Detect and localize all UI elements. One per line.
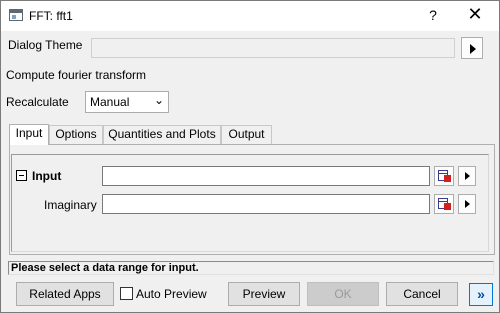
dialog-theme-label: Dialog Theme bbox=[8, 38, 83, 52]
imaginary-menu-button[interactable] bbox=[458, 194, 476, 214]
description-text: Compute fourier transform bbox=[6, 68, 147, 82]
right-arrow-icon bbox=[470, 44, 476, 54]
input-menu-button[interactable] bbox=[458, 166, 476, 186]
tab-quantities-and-plots[interactable]: Quantities and Plots bbox=[103, 125, 221, 144]
close-button[interactable]: ✕ bbox=[466, 4, 484, 25]
imaginary-range-select-button[interactable] bbox=[434, 194, 454, 214]
imaginary-range-field[interactable] bbox=[102, 194, 430, 214]
input-range-field[interactable] bbox=[102, 166, 430, 186]
range-select-marker bbox=[444, 175, 451, 182]
auto-preview-checkbox[interactable] bbox=[120, 287, 133, 300]
auto-preview-label: Auto Preview bbox=[136, 287, 207, 301]
tab-input[interactable]: Input bbox=[9, 124, 49, 145]
input-range-select-button[interactable] bbox=[434, 166, 454, 186]
window-icon bbox=[9, 9, 23, 21]
dialog-theme-field[interactable] bbox=[91, 38, 455, 58]
recalculate-select[interactable]: Manual ⌄ bbox=[85, 91, 169, 113]
range-select-marker bbox=[444, 203, 451, 210]
tab-output[interactable]: Output bbox=[221, 125, 272, 144]
recalculate-value: Manual bbox=[90, 95, 130, 109]
chevron-down-icon: ⌄ bbox=[154, 93, 165, 107]
preview-button[interactable]: Preview bbox=[228, 282, 300, 306]
expand-more-button[interactable]: » bbox=[469, 283, 493, 306]
dialog-theme-menu-button[interactable] bbox=[461, 37, 483, 59]
tab-options[interactable]: Options bbox=[49, 125, 103, 144]
status-message: Please select a data range for input. bbox=[8, 261, 494, 275]
right-arrow-icon bbox=[465, 200, 470, 208]
ok-button[interactable]: OK bbox=[307, 282, 379, 306]
right-arrow-icon bbox=[465, 172, 470, 180]
help-button[interactable]: ? bbox=[426, 7, 440, 23]
recalculate-label: Recalculate bbox=[6, 95, 69, 109]
related-apps-button[interactable]: Related Apps bbox=[16, 282, 114, 306]
window-title: FFT: fft1 bbox=[29, 9, 73, 23]
title-bar: FFT: fft1 ? ✕ bbox=[1, 1, 499, 31]
cancel-button[interactable]: Cancel bbox=[386, 282, 458, 306]
collapse-minus-icon[interactable] bbox=[16, 170, 27, 181]
imaginary-label: Imaginary bbox=[44, 198, 97, 212]
input-group-label: Input bbox=[32, 169, 62, 183]
